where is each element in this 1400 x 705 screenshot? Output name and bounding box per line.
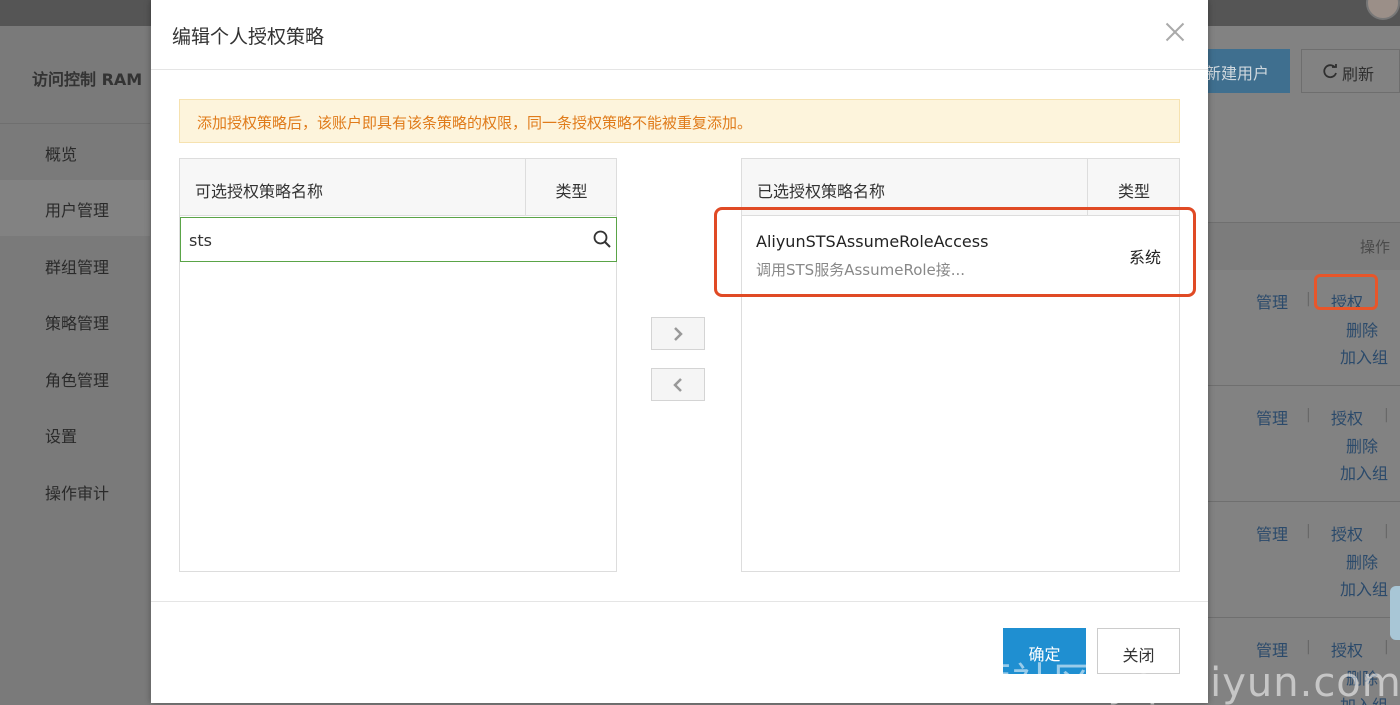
modal-title: 编辑个人授权策略 — [172, 26, 325, 48]
chevron-left-icon — [673, 378, 682, 392]
notice-banner: 添加授权策略后，该账户即具有该条策略的权限，同一条授权策略不能被重复添加。 — [179, 99, 1180, 143]
sidebar-item-settings[interactable]: 设置 — [0, 406, 150, 462]
sidebar-item-roles[interactable]: 角色管理 — [0, 350, 150, 406]
footer-divider — [151, 601, 1208, 602]
separator: | — [1384, 407, 1389, 423]
separator: | — [1306, 407, 1311, 423]
refresh-icon — [1322, 64, 1338, 84]
delete-link[interactable]: 删除 — [1346, 317, 1378, 341]
manage-link[interactable]: 管理 — [1256, 289, 1288, 313]
delete-link[interactable]: 删除 — [1346, 549, 1378, 573]
available-type-header: 类型 — [525, 159, 617, 216]
avatar[interactable] — [1366, 0, 1400, 20]
available-policies-panel: 可选授权策略名称 类型 — [179, 158, 617, 572]
manage-link[interactable]: 管理 — [1256, 521, 1288, 545]
manage-link[interactable]: 管理 — [1256, 405, 1288, 429]
edit-policy-modal: 编辑个人授权策略 添加授权策略后，该账户即具有该条策略的权限，同一条授权策略不能… — [151, 0, 1208, 703]
table-header: 操作 — [1208, 222, 1400, 270]
selected-policy-highlight-box — [714, 207, 1196, 297]
actions-header: 操作 — [1359, 238, 1390, 256]
chevron-right-icon — [674, 327, 683, 341]
policy-search-box — [180, 217, 617, 262]
side-feedback-tab[interactable] — [1390, 586, 1400, 640]
refresh-label: 刷新 — [1342, 65, 1375, 84]
table-row: 管理 | 授权 | 删除 加入组 — [1208, 386, 1400, 502]
separator: | — [1306, 291, 1311, 307]
separator: | — [1306, 523, 1311, 539]
remove-from-selected-button[interactable] — [651, 368, 705, 401]
sidebar-item-groups[interactable]: 群组管理 — [0, 237, 150, 293]
add-to-selected-button[interactable] — [651, 317, 705, 350]
delete-link[interactable]: 删除 — [1346, 433, 1378, 457]
authorize-link[interactable]: 授权 — [1331, 521, 1363, 545]
search-icon[interactable] — [593, 230, 611, 248]
table-row: 管理 | 授权 | 删除 加入组 — [1208, 502, 1400, 618]
authorize-highlight-box — [1314, 274, 1378, 310]
selected-name-header: 已选授权策略名称 — [757, 182, 886, 201]
sidebar-item-overview[interactable]: 概览 — [0, 124, 150, 180]
sidebar-item-policies[interactable]: 策略管理 — [0, 293, 150, 349]
sidebar-item-audit[interactable]: 操作审计 — [0, 463, 150, 519]
modal-header: 编辑个人授权策略 — [151, 0, 1208, 70]
policy-search-input[interactable] — [189, 226, 579, 254]
authorize-link[interactable]: 授权 — [1331, 405, 1363, 429]
add-group-link[interactable]: 加入组 — [1340, 460, 1388, 484]
available-panel-header: 可选授权策略名称 类型 — [180, 159, 616, 216]
close-icon[interactable] — [1161, 18, 1189, 46]
add-group-link[interactable]: 加入组 — [1340, 344, 1388, 368]
add-group-link[interactable]: 加入组 — [1340, 576, 1388, 600]
watermark: 云栖社区 yq.aliyun.com — [930, 660, 1400, 705]
sidebar-item-users[interactable]: 用户管理 — [0, 180, 150, 236]
separator: | — [1384, 523, 1389, 539]
refresh-button[interactable]: 刷新 — [1301, 49, 1400, 93]
sidebar-title: 访问控制 RAM — [0, 26, 150, 124]
available-name-header: 可选授权策略名称 — [195, 182, 324, 201]
